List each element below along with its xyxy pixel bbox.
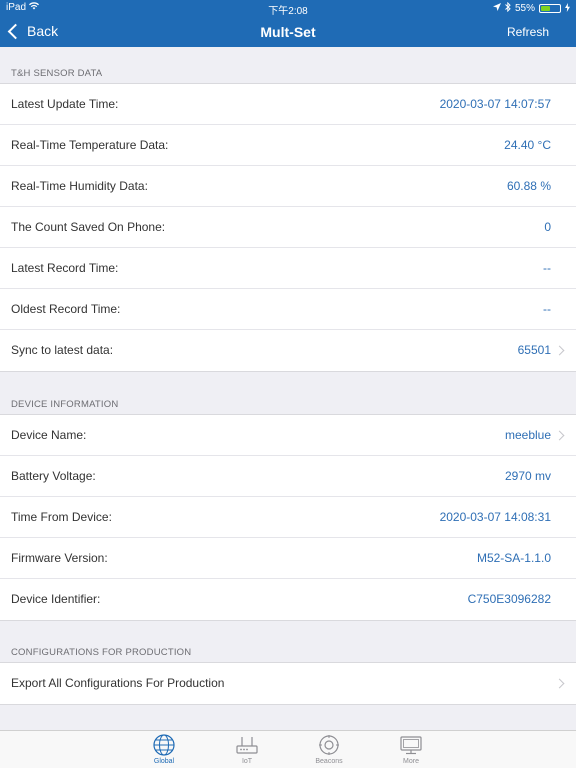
charging-icon xyxy=(565,2,570,15)
tab-iot[interactable]: IoT xyxy=(227,734,267,765)
chevron-right-icon xyxy=(554,430,565,441)
row-label: Real-Time Humidity Data: xyxy=(11,179,148,193)
row-time-from-device: Time From Device: 2020-03-07 14:08:31 xyxy=(0,497,576,538)
configurations-group: Export All Configurations For Production xyxy=(0,662,576,705)
row-value: 2020-03-07 14:08:31 xyxy=(439,510,551,524)
back-label: Back xyxy=(27,23,59,39)
location-arrow-icon xyxy=(492,3,501,14)
row-label: Export All Configurations For Production xyxy=(11,676,225,690)
row-label: The Count Saved On Phone: xyxy=(11,220,166,234)
row-value: 2970 mv xyxy=(504,469,551,483)
row-label: Latest Record Time: xyxy=(11,261,119,275)
row-oldest-record-time: Oldest Record Time: -- xyxy=(0,289,576,330)
row-export-configurations[interactable]: Export All Configurations For Production xyxy=(0,663,576,704)
refresh-button[interactable]: Refresh xyxy=(507,25,549,39)
battery-icon xyxy=(539,4,561,13)
tab-global[interactable]: Global xyxy=(144,734,184,765)
row-label: Battery Voltage: xyxy=(11,469,96,483)
row-label: Oldest Record Time: xyxy=(11,302,121,316)
row-latest-update-time: Latest Update Time: 2020-03-07 14:07:57 xyxy=(0,84,576,125)
row-latest-record-time: Latest Record Time: -- xyxy=(0,248,576,289)
th-sensor-group: Latest Update Time: 2020-03-07 14:07:57 … xyxy=(0,83,576,372)
row-count-saved: The Count Saved On Phone: 0 xyxy=(0,207,576,248)
section-title: DEVICE INFORMATION xyxy=(11,399,119,410)
section-title: CONFIGURATIONS FOR PRODUCTION xyxy=(11,647,192,658)
row-sync-latest-data[interactable]: Sync to latest data: 65501 xyxy=(0,330,576,371)
status-right: 55% xyxy=(492,1,570,15)
globe-icon xyxy=(144,734,184,756)
row-label: Latest Update Time: xyxy=(11,97,119,111)
row-label: Device Name: xyxy=(11,428,87,442)
page-title: Mult-Set xyxy=(260,24,316,40)
row-value: meeblue xyxy=(504,428,551,442)
row-temperature: Real-Time Temperature Data: 24.40 °C xyxy=(0,125,576,166)
row-battery-voltage: Battery Voltage: 2970 mv xyxy=(0,456,576,497)
beacon-icon xyxy=(309,734,349,756)
row-device-identifier: Device Identifier: C750E3096282 xyxy=(0,579,576,620)
tab-label: Global xyxy=(153,758,175,765)
row-label: Real-Time Temperature Data: xyxy=(11,138,169,152)
tab-beacons[interactable]: Beacons xyxy=(309,734,349,765)
row-value: 65501 xyxy=(517,343,551,357)
header-bar: iPad 下午2:08 55% Back Mult-Set Refresh xyxy=(0,0,576,47)
row-label: Time From Device: xyxy=(11,510,112,524)
battery-percent: 55% xyxy=(514,3,535,14)
tab-label: Beacons xyxy=(315,758,343,765)
row-value: 0 xyxy=(544,220,551,234)
status-time: 下午2:08 xyxy=(268,6,308,17)
device-info-group: Device Name: meeblue Battery Voltage: 29… xyxy=(0,414,576,621)
router-icon xyxy=(227,734,267,756)
back-button[interactable]: Back xyxy=(7,23,59,39)
row-label: Device Identifier: xyxy=(11,592,101,606)
battery-level-fill xyxy=(541,6,550,11)
bluetooth-icon xyxy=(505,1,511,15)
section-title: T&H SENSOR DATA xyxy=(11,68,103,79)
back-chevron-icon xyxy=(7,23,24,39)
monitor-icon xyxy=(391,734,431,756)
row-value: 60.88 % xyxy=(506,179,551,193)
row-humidity: Real-Time Humidity Data: 60.88 % xyxy=(0,166,576,207)
row-value: -- xyxy=(543,261,551,275)
row-label: Firmware Version: xyxy=(11,551,108,565)
row-label: Sync to latest data: xyxy=(11,343,114,357)
section-header-device-info: DEVICE INFORMATION xyxy=(0,390,576,414)
row-value: 2020-03-07 14:07:57 xyxy=(439,97,551,111)
status-bar: iPad 下午2:08 55% xyxy=(0,0,576,17)
tab-bar: Global IoT Beacons More xyxy=(0,730,576,768)
tab-label: More xyxy=(403,758,419,765)
row-device-name[interactable]: Device Name: meeblue xyxy=(0,415,576,456)
section-header-th-sensor: T&H SENSOR DATA xyxy=(0,59,576,83)
row-value: 24.40 °C xyxy=(504,138,551,152)
tab-label: IoT xyxy=(241,758,253,765)
row-value: C750E3096282 xyxy=(467,592,551,606)
row-value: -- xyxy=(543,302,551,316)
row-firmware-version: Firmware Version: M52-SA-1.1.0 xyxy=(0,538,576,579)
tab-more[interactable]: More xyxy=(391,734,431,765)
chevron-right-icon xyxy=(554,345,565,356)
navigation-bar: Back Mult-Set Refresh xyxy=(0,16,576,47)
section-header-configurations: CONFIGURATIONS FOR PRODUCTION xyxy=(0,638,576,662)
row-value: M52-SA-1.1.0 xyxy=(476,551,551,565)
chevron-right-icon xyxy=(554,678,565,689)
